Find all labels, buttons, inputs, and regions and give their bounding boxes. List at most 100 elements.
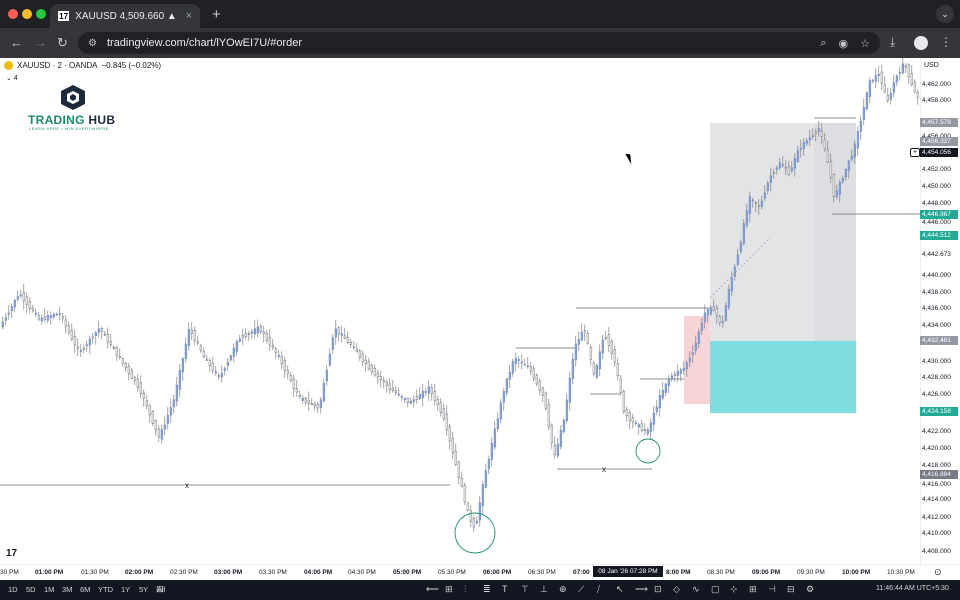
candle-body [196, 341, 200, 344]
drawing-tool-icon[interactable]: ⫶ [464, 584, 466, 595]
price-level-tag[interactable]: 4,416.884 [920, 470, 958, 479]
candle-body [364, 359, 368, 364]
close-window-button[interactable] [8, 9, 18, 19]
candle-body [16, 296, 20, 300]
site-info-icon[interactable]: ⚙ [88, 38, 97, 49]
url-text[interactable]: tradingview.com/chart/lYOwEI7U/#order [107, 37, 302, 49]
address-bar[interactable]: ⚙ tradingview.com/chart/lYOwEI7U/#order … [78, 32, 880, 54]
logo-tagline: LEARN HERE • WIN EVERYWHERE [29, 126, 109, 131]
zoom-icon[interactable]: ⌕ [820, 37, 826, 50]
candle-body [205, 359, 209, 361]
drawing-tool-icon[interactable]: ⊞ [445, 584, 453, 595]
drawing-tool-icon[interactable]: T [502, 584, 508, 594]
drawing-tool-icon[interactable]: ⊣ [768, 584, 776, 595]
candle-body [787, 166, 791, 175]
position-target-zone[interactable] [710, 341, 856, 413]
symbol-legend[interactable]: XAUUSD · 2 · OANDA −0.845 (−0.02%) [4, 61, 161, 70]
candle-body [277, 355, 281, 357]
browser-tab[interactable]: 17 XAUUSD 4,509.660 ▲ +0.72 × [50, 4, 200, 28]
candle-body [751, 199, 755, 202]
drawing-tool-icon[interactable]: ⚙ [806, 584, 814, 595]
tradingview-watermark-icon[interactable]: 17 [6, 548, 17, 559]
chart-pane[interactable]: x x XAUUSD · 2 · OANDA −0.845 (−0.02%) ⌄… [0, 58, 920, 564]
browser-menu-icon[interactable]: ⋮ [940, 35, 952, 49]
drawing-tool-icon[interactable]: ⊥ [540, 584, 548, 595]
drawing-tool-icon[interactable]: ↖ [616, 584, 624, 595]
price-chart[interactable]: x x [0, 58, 920, 564]
drawing-tool-icon[interactable]: ⟋ [578, 584, 584, 595]
range-button-5y[interactable]: 5Y [139, 585, 148, 594]
symbol-name[interactable]: XAUUSD · 2 · OANDA [17, 61, 97, 70]
candle-body [607, 334, 611, 346]
candle-body [430, 387, 434, 394]
bottom-toolbar: 1D 5D 1M 3M 6M YTD 1Y 5Y All ⊟ ⟵ ⊞ ⫶ ≣ T ⊤ ⊥ ⊕ ⟋ ⧸ ↖ ⟶ ⊡ ◇ ∿ ▢ ⊹… [0, 580, 960, 600]
reload-icon[interactable]: ↻ [57, 35, 68, 51]
range-button-1m[interactable]: 1M [44, 585, 54, 594]
bookmark-star-icon[interactable]: ☆ [860, 37, 870, 50]
tab-search-button[interactable]: ⌄ [936, 5, 954, 23]
add-alert-icon[interactable]: + [910, 148, 920, 157]
candle-body [34, 313, 38, 315]
candle-body [490, 442, 494, 460]
order-block-zone[interactable] [684, 316, 710, 404]
drawing-tool-icon[interactable]: ⊟ [787, 584, 795, 595]
axis-settings-icon[interactable]: ⊙ [934, 567, 942, 578]
candle-body [115, 346, 119, 357]
clock-timezone[interactable]: 11:46:44 AM UTC+5:30 [876, 585, 949, 592]
download-icon[interactable]: ⤓ [890, 35, 895, 50]
range-button-ytd[interactable]: YTD [98, 585, 113, 594]
range-button-5d[interactable]: 5D [26, 585, 36, 594]
candle-body [433, 390, 437, 401]
tab-close-icon[interactable]: × [186, 10, 192, 22]
drawing-tool-icon[interactable]: ⊞ [749, 584, 757, 595]
drawing-tool-icon[interactable]: ⊡ [654, 584, 662, 595]
eye-icon[interactable]: ◉ [839, 37, 849, 50]
drawing-tool-icon[interactable]: ▢ [711, 584, 720, 595]
price-level-tag[interactable]: 4,432.461 [920, 336, 958, 345]
maximize-window-button[interactable] [36, 9, 46, 19]
drawing-tool-icon[interactable]: ≣ [483, 584, 491, 595]
range-button-1d[interactable]: 1D [8, 585, 18, 594]
drawing-tool-icon[interactable]: ⊤ [521, 584, 529, 595]
drawing-tool-icon[interactable]: ⟵ [426, 584, 439, 595]
date-range-icon[interactable]: ⊟ [156, 584, 164, 595]
price-level-tag[interactable]: 4,424.158 [920, 407, 958, 416]
indicator-toggle[interactable]: ⌄ 4 [6, 74, 18, 82]
profile-avatar[interactable] [914, 36, 928, 50]
candle-body [403, 398, 407, 400]
drawing-tool-icon[interactable]: ⊹ [730, 584, 738, 595]
axis-currency[interactable]: USD [924, 62, 939, 69]
price-level-tag[interactable]: 4,456.337 [920, 137, 958, 146]
price-level-tag[interactable]: 4,454.056 [920, 148, 958, 157]
back-arrow-icon[interactable]: ← [10, 35, 23, 50]
new-tab-button[interactable]: + [212, 6, 221, 23]
drawing-tool-icon[interactable]: ⊕ [559, 584, 567, 595]
forward-arrow-icon[interactable]: → [34, 35, 47, 50]
drawing-tool-icon[interactable]: ⟶ [635, 584, 648, 595]
price-level-tag[interactable]: 4,457.579 [920, 118, 958, 127]
time-axis[interactable]: 30 PM 01:00 PM 01:30 PM 02:00 PM 02:30 PM 03:… [0, 564, 960, 580]
drawing-tool-icon[interactable]: ◇ [673, 584, 680, 595]
price-level-tag[interactable]: 4,444.512 [920, 231, 958, 240]
candle-body [907, 64, 911, 77]
retest-circle-annotation[interactable] [635, 438, 661, 464]
candle-body [232, 347, 236, 357]
drawing-tool-icon[interactable]: ⧸ [597, 584, 600, 595]
candle-body [799, 147, 803, 150]
candle-body [130, 369, 134, 379]
price-level-tag[interactable]: 4,446.967 [920, 210, 958, 219]
range-button-3m[interactable]: 3M [62, 585, 72, 594]
candle-body [571, 358, 575, 379]
candle-body [595, 365, 599, 378]
minimize-window-button[interactable] [22, 9, 32, 19]
candle-body [505, 378, 509, 394]
candle-body [244, 333, 248, 337]
candle-body [742, 223, 746, 244]
range-button-1y[interactable]: 1Y [121, 585, 130, 594]
trading-hub-logo: TRADING HUB LEARN HERE • WIN EVERYWHERE [28, 84, 120, 132]
candle-body [841, 178, 845, 182]
candle-body [625, 409, 629, 417]
candle-body [217, 375, 221, 377]
range-button-6m[interactable]: 6M [80, 585, 90, 594]
drawing-tool-icon[interactable]: ∿ [692, 584, 700, 595]
